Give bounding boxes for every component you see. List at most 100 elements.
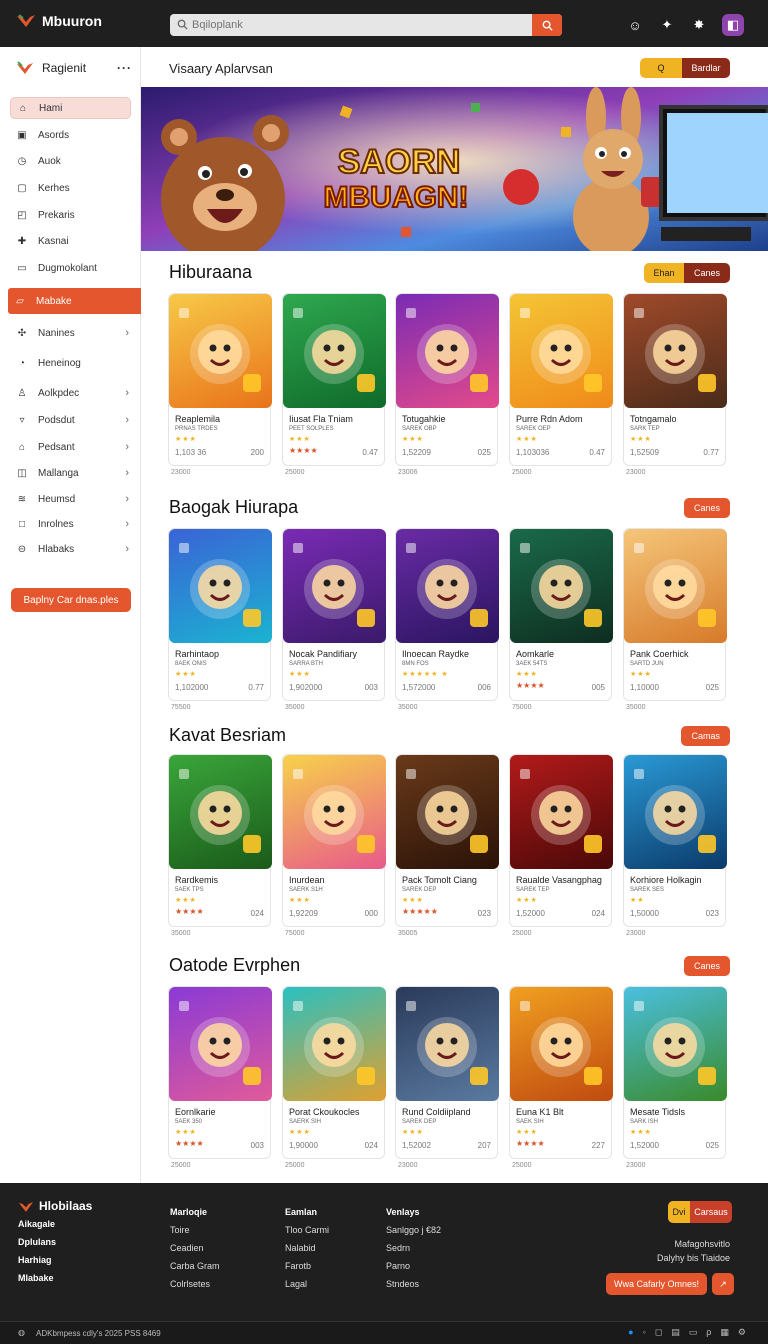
header-button-b[interactable]: Bardlar [682, 58, 730, 78]
monitor-illustration [659, 105, 768, 241]
sidebar-item-dugmokolant[interactable]: ▭ Dugmokolant [10, 257, 131, 279]
search-input[interactable] [170, 14, 532, 36]
game-card[interactable]: Rund Coldiipland SAREK DEP ★★★ 1,52002 207 23… [395, 986, 499, 1169]
grid-icon: ▣ [17, 129, 27, 141]
game-card[interactable]: Totngamalo SARK TEP ★★★ 1,52509 0.77 23000 [623, 293, 727, 476]
sidebar-cta-button[interactable]: Baplny Car dnas.ples [11, 588, 131, 612]
sidebar-item-prekaris[interactable]: ◰ Prekaris [10, 204, 131, 226]
game-card[interactable]: Iiusat Fla Tniam PEET SOLPLES ★★★ ★★★★ 0.47 2… [282, 293, 386, 476]
footer-link[interactable]: Tloo Carmi [285, 1221, 329, 1239]
banner-art: SAORN MBUAGN! [141, 87, 768, 251]
hero-banner[interactable]: SAORN MBUAGN! [141, 87, 768, 251]
sidebar-item-mallanga[interactable]: ◫ Mallanga › [10, 462, 131, 484]
game-price: 23000 [626, 1162, 646, 1169]
game-card[interactable]: Eornlkarie 5AEK 350 ★★★ ★★★★ 003 25000 [168, 986, 272, 1169]
game-card[interactable]: Raualde Vasangphag SAREK TEP ★★★ 1,52000 024… [509, 754, 613, 937]
section-more-button[interactable]: Camas [681, 726, 730, 746]
footer-link[interactable]: Stndeos [386, 1275, 441, 1293]
footer-link[interactable]: Toire [170, 1221, 220, 1239]
game-subtitle: SAREK SES [630, 887, 665, 893]
footer-link[interactable]: Sanlggo j €82 [386, 1221, 441, 1239]
settings-icon[interactable]: ✸ [690, 16, 708, 34]
footer-button-b[interactable]: Carsaus [690, 1201, 732, 1223]
gamepad-icon[interactable]: ✦ [658, 16, 676, 34]
window-icon[interactable]: ◻ [655, 1327, 662, 1338]
footer-link[interactable]: Farotb [285, 1257, 329, 1275]
footer-link[interactable]: Carba Gram [170, 1257, 220, 1275]
sidebar-item-nanines[interactable]: ✣ Nanines › [10, 322, 131, 344]
footer-link[interactable]: Harhiag [18, 1251, 92, 1269]
game-price: 35000 [285, 704, 305, 711]
game-subtitle: SAREK OBP [402, 426, 437, 432]
sidebar-item-heumsd[interactable]: ≋ Heumsd › [10, 488, 131, 510]
footer-link[interactable]: Lagal [285, 1275, 329, 1293]
footer-link[interactable]: Nalabid [285, 1239, 329, 1257]
screen-icon[interactable]: ▭ [689, 1327, 698, 1338]
list-icon[interactable]: ▤ [671, 1327, 680, 1338]
game-title: Inurdean [289, 875, 325, 885]
game-card[interactable]: Aomkarle 3AEK 54TS ★★★ ★★★★ 005 75000 [509, 528, 613, 711]
footer-link[interactable]: Colrlsetes [170, 1275, 220, 1293]
section-filter-button[interactable]: Ehan [644, 263, 684, 283]
game-card[interactable]: Pack Tomolt Ciang SAREK DEP ★★★ ★★★★★ 023 350… [395, 754, 499, 937]
footer-link[interactable]: Aikagale [18, 1215, 92, 1233]
footer-link[interactable]: Mlabake [18, 1269, 92, 1287]
arrow-icon[interactable]: ↗ [712, 1273, 734, 1295]
section-more-button[interactable]: Canes [684, 263, 730, 283]
flag-icon[interactable]: ◦ [643, 1327, 646, 1338]
rating-value: 003 [250, 1141, 264, 1150]
rating-value: 003 [364, 683, 378, 692]
game-card[interactable]: Rarhintaop 8AEK ONIS ★★★ 1,102000 0.77 75500 [168, 528, 272, 711]
footer-link[interactable]: Sedrn [386, 1239, 441, 1257]
game-title: Totngamalo [630, 414, 677, 424]
grid-icon[interactable]: ▦ [720, 1327, 729, 1338]
sidebar-item-auok[interactable]: ◷ Auok [10, 150, 131, 172]
sidebar-item-inrolnes[interactable]: □ Inrolnes › [10, 513, 131, 535]
more-icon[interactable]: ··· [117, 61, 132, 75]
game-card[interactable]: Euna K1 Blt SAEK SIH ★★★ ★★★★ 227 25000 [509, 986, 613, 1169]
footer-link[interactable]: Parno [386, 1257, 441, 1275]
avatar[interactable]: ◧ [722, 14, 744, 36]
game-card[interactable]: Inurdean SAERK S1H ★★★ 1,92209 000 75000 [282, 754, 386, 937]
pin-icon[interactable]: ρ [706, 1327, 711, 1338]
sidebar-item-mabake[interactable]: ▱ Mabake [8, 288, 141, 314]
sidebar-item-kasnai[interactable]: ✚ Kasnai [10, 230, 131, 252]
sidebar-item-podsdut[interactable]: ▿ Podsdut › [10, 409, 131, 431]
footer-button-a[interactable]: Dvi [668, 1201, 690, 1223]
game-card[interactable]: Ilnoecan Raydke 8MN FOS ★★★★★ ★ 1,572000 006… [395, 528, 499, 711]
sidebar-item-hami[interactable]: ⌂ Hami [10, 97, 131, 119]
game-card[interactable]: Pank Coerhick SARTD JUN ★★★ 1,10000 025 35000 [623, 528, 727, 711]
game-card[interactable]: Reaplemila PRNAS TRDES ★★★ 1,103 36 200 23000 [168, 293, 272, 476]
game-thumbnail [624, 755, 727, 869]
footer-link[interactable]: Dplulans [18, 1233, 92, 1251]
game-card[interactable]: Korhiore Holkagin SAREK SES ★★ 1,50000 023 23… [623, 754, 727, 937]
game-card[interactable]: Rardkemis 5AEK TPS ★★★ ★★★★ 024 35000 [168, 754, 272, 937]
box-icon: ▢ [17, 182, 27, 194]
cart-icon: ▿ [19, 414, 25, 426]
star-rating: ★★★ [175, 436, 197, 443]
app-logo[interactable]: Mbuuron [16, 13, 102, 29]
footer-cta-button[interactable]: Wwa Cafarly Omnes! [606, 1273, 707, 1295]
sidebar-item-hlabaks[interactable]: ⊝ Hlabaks › [10, 538, 131, 560]
sidebar-item-asords[interactable]: ▣ Asords [10, 124, 131, 146]
search-button[interactable] [532, 14, 562, 36]
header-button-a[interactable]: Q [640, 58, 682, 78]
game-thumbnail [396, 755, 499, 869]
sidebar-item-kerhes[interactable]: ▢ Kerhes [10, 177, 131, 199]
game-card[interactable]: Purre Rdn Adom SAREK OEP ★★★ 1,103036 0.47 25… [509, 293, 613, 476]
game-card[interactable]: Nocak Pandifiary SARRA BTH ★★★ 1,902000 003 3… [282, 528, 386, 711]
game-card[interactable]: Porat Ckoukocles SAERK SIH ★★★ 1,90000 024 25… [282, 986, 386, 1169]
sidebar-item-pedsant[interactable]: ⌂ Pedsant › [10, 436, 131, 458]
rating-value: 024 [250, 909, 264, 918]
section-more-button[interactable]: Canes [683, 498, 730, 518]
game-card[interactable]: Mesate Tidsls SARK ISH ★★★ 1,52000 025 23000 [623, 986, 727, 1169]
sidebar-item-heneinog[interactable]: ◔ Heneinog [10, 352, 131, 374]
game-title: Purre Rdn Adom [516, 414, 583, 424]
section-more-button[interactable]: Canes [683, 956, 730, 976]
footer-link[interactable]: Ceadien [170, 1239, 220, 1257]
sidebar-item-label: Hlabaks [38, 543, 75, 555]
emoji-icon[interactable]: ☺ [626, 16, 644, 34]
settings-icon[interactable]: ⚙ [738, 1327, 746, 1338]
sidebar-item-aolkpdec[interactable]: ♙ Aolkpdec › [10, 382, 131, 404]
game-card[interactable]: Totugahkie SAREK OBP ★★★ 1,52209 025 23006 [395, 293, 499, 476]
